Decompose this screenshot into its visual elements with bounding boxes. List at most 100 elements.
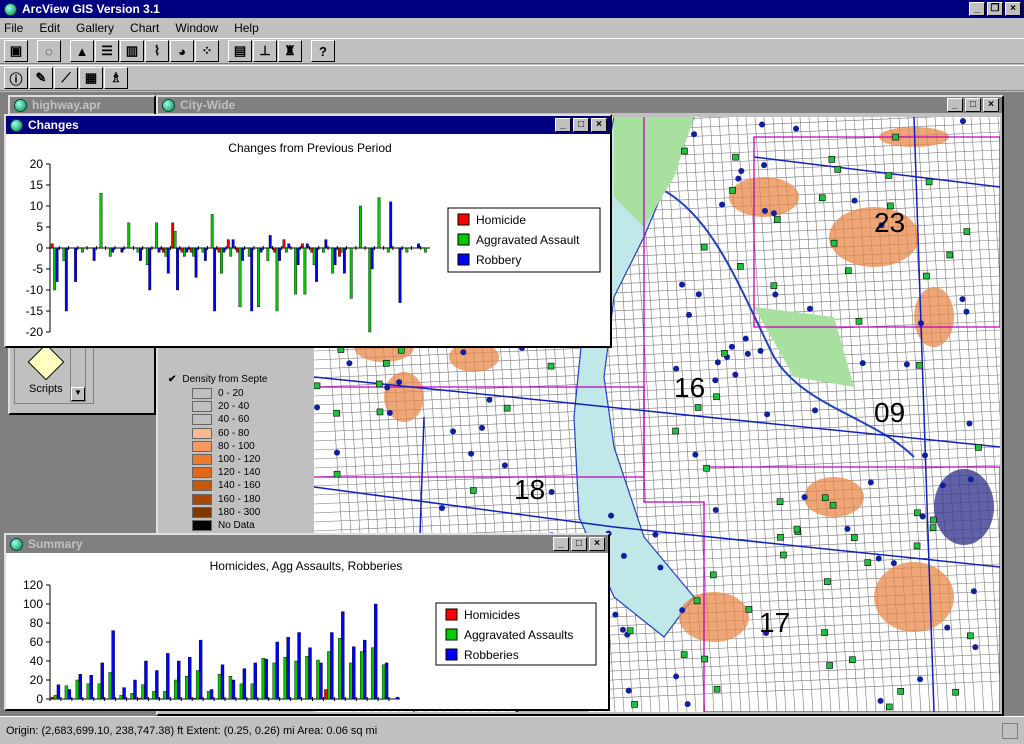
- robbery-point: [772, 291, 779, 298]
- series-icon[interactable]: ⊥: [253, 40, 277, 62]
- bar-aggravated-assault: [62, 247, 66, 261]
- view-minimize-button[interactable]: _: [947, 98, 963, 112]
- find-icon[interactable]: ♜: [278, 40, 302, 62]
- close-button[interactable]: ×: [1005, 2, 1021, 16]
- menu-bar: File Edit Gallery Chart Window Help: [0, 19, 1024, 37]
- y-tick-label: -10: [26, 283, 44, 297]
- bar-robberies: [122, 687, 126, 700]
- scroll-down-arrow-icon[interactable]: ▼: [71, 387, 85, 401]
- changes-close-button[interactable]: ×: [591, 118, 607, 132]
- bar-aggravated-assault: [312, 247, 316, 265]
- pie-chart-icon[interactable]: ◕: [170, 40, 194, 62]
- erase-icon[interactable]: ✎: [29, 67, 53, 89]
- density-class-2: 40 - 60: [192, 413, 294, 426]
- bar-chart-icon[interactable]: ☰: [95, 40, 119, 62]
- series-properties-icon[interactable]: ▦: [79, 67, 103, 89]
- restore-button[interactable]: ❐: [987, 2, 1003, 16]
- assault-point: [314, 382, 321, 390]
- menu-edit[interactable]: Edit: [39, 21, 60, 35]
- density-theme[interactable]: ✔ Density from Septe 0 - 20 20 - 40 40 - 6…: [168, 371, 294, 532]
- district-label: 18: [514, 474, 545, 505]
- assault-point: [333, 470, 341, 478]
- assault-point: [745, 606, 753, 613]
- changes-chart[interactable]: Changes from Previous Period 20 15 10 5 0 -5 -1…: [6, 134, 610, 346]
- robbery-point: [346, 360, 353, 367]
- bar-aggravated-assault: [247, 247, 251, 257]
- app-title: ArcView GIS Version 3.1: [22, 2, 160, 16]
- area-chart-icon[interactable]: ▲: [70, 40, 94, 62]
- assault-point: [681, 147, 688, 155]
- bar-aggravated-assault: [303, 247, 307, 295]
- robbery-point: [762, 207, 769, 214]
- changes-maximize-button[interactable]: □: [573, 118, 589, 132]
- robbery-point: [679, 281, 686, 288]
- bar-robbery: [250, 247, 254, 312]
- robbery-point: [972, 644, 979, 651]
- bar-robberies: [111, 630, 115, 700]
- menu-chart[interactable]: Chart: [130, 21, 159, 35]
- density-class-3: 60 - 80: [192, 427, 294, 440]
- bar-aggravated-assault: [220, 247, 223, 274]
- assault-point: [383, 360, 390, 367]
- project-scrollbar[interactable]: ▼: [70, 342, 86, 402]
- line-chart-icon[interactable]: ⌇: [145, 40, 169, 62]
- bar-robbery: [166, 247, 170, 274]
- density-label: 160 - 180: [218, 493, 261, 505]
- assault-point: [713, 393, 720, 401]
- size-grip-icon[interactable]: [1002, 723, 1018, 739]
- menu-file[interactable]: File: [4, 21, 23, 35]
- theme-visible-checkbox[interactable]: ✔: [168, 374, 176, 385]
- minimize-button[interactable]: _: [969, 2, 985, 16]
- bar-aggravated-assaults: [217, 674, 222, 700]
- density-swatch: [192, 401, 212, 413]
- menu-gallery[interactable]: Gallery: [76, 21, 114, 35]
- bar-aggravated-assault: [81, 247, 84, 253]
- assault-point: [885, 172, 893, 179]
- assault-point: [375, 380, 383, 388]
- save-icon[interactable]: ▣: [4, 40, 28, 62]
- view-maximize-button[interactable]: □: [965, 98, 981, 112]
- bar-aggravated-assaults: [261, 657, 265, 700]
- view-window-title: City-Wide: [180, 98, 236, 112]
- chart-element-icon[interactable]: ⟋: [54, 67, 78, 89]
- view-close-button[interactable]: ×: [983, 98, 999, 112]
- assault-point: [952, 688, 959, 696]
- bar-robberies: [275, 641, 279, 700]
- help-cursor-icon[interactable]: ?: [311, 40, 335, 62]
- robbery-point: [719, 201, 726, 208]
- legend-label: Robberies: [464, 648, 519, 662]
- density-label: 40 - 60: [218, 414, 250, 426]
- bar-robbery: [324, 239, 328, 249]
- y-tick-label: 5: [36, 220, 43, 234]
- bar-aggravated-assault: [99, 193, 103, 249]
- chart-color-icon[interactable]: ♗: [104, 67, 128, 89]
- bar-aggravated-assault: [386, 247, 390, 253]
- column-chart-icon[interactable]: ▥: [120, 40, 144, 62]
- robbery-point: [903, 361, 910, 368]
- density-class-0: 0 - 20: [192, 387, 294, 400]
- chart-properties-icon[interactable]: ▤: [228, 40, 252, 62]
- bar-robberies: [56, 684, 61, 700]
- summary-close-button[interactable]: ×: [589, 537, 605, 551]
- bar-robberies: [242, 668, 247, 700]
- bar-aggravated-assault: [192, 247, 196, 257]
- bar-robbery: [55, 247, 59, 282]
- menu-help[interactable]: Help: [234, 21, 259, 35]
- density-patch: [679, 592, 749, 642]
- bar-aggravated-assault: [238, 247, 242, 307]
- menu-window[interactable]: Window: [175, 21, 218, 35]
- scatter-chart-icon[interactable]: ⁘: [195, 40, 219, 62]
- summary-maximize-button[interactable]: □: [571, 537, 587, 551]
- identify-icon[interactable]: ⓘ: [4, 67, 28, 89]
- changes-minimize-button[interactable]: _: [555, 118, 571, 132]
- bar-robbery: [241, 247, 244, 261]
- summary-minimize-button[interactable]: _: [553, 537, 569, 551]
- assault-point: [963, 228, 971, 235]
- assault-point: [975, 444, 982, 451]
- assault-point: [849, 656, 856, 664]
- robbery-point: [501, 462, 508, 469]
- assault-point: [855, 317, 863, 325]
- summary-chart[interactable]: Homicides, Agg Assaults, Robberies 120 100…: [6, 553, 608, 709]
- properties-icon[interactable]: ◌: [37, 40, 61, 62]
- robbery-point: [959, 296, 966, 303]
